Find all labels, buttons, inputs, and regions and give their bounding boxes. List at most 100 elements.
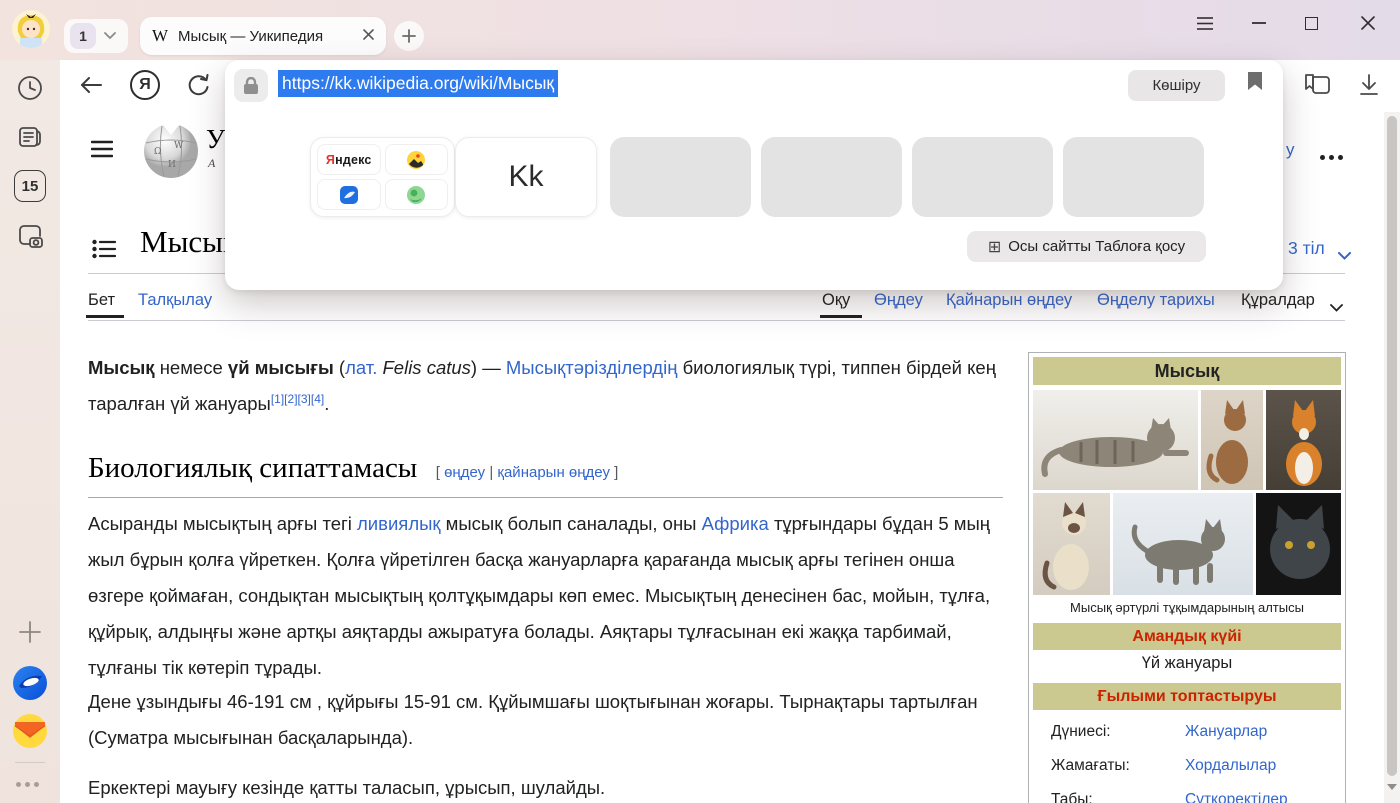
section-edit-link[interactable]: өңдеу xyxy=(444,464,485,481)
history-icon[interactable] xyxy=(14,72,46,104)
tab-count-badge: 1 xyxy=(70,23,96,49)
wiki-menu-button[interactable] xyxy=(88,136,116,162)
tab-close-icon[interactable] xyxy=(363,27,374,45)
wiki-wordmark-fragment: У xyxy=(206,124,225,155)
infobox-caption: Мысық әртүрлі тұқымдарының алтысы xyxy=(1033,600,1341,615)
classification-header: Ғылыми топтастыруы xyxy=(1033,683,1341,710)
svg-text:W: W xyxy=(174,141,184,151)
browser-window: ΩWИ У А у Мысық 3 тіл Бет Талқылау Оқу Ө… xyxy=(0,0,1400,803)
yandex-browser-logo[interactable] xyxy=(13,666,47,700)
species-name: Felis catus xyxy=(377,357,471,378)
omnibox-dropdown: https://kk.wikipedia.org/wiki/Мысық Көші… xyxy=(225,60,1283,290)
tab-talk[interactable]: Талқылау xyxy=(138,291,212,310)
yandex-mail-icon[interactable] xyxy=(13,714,47,748)
scrollbar-thumb[interactable] xyxy=(1387,116,1397,776)
phylum-link[interactable]: Хордалылар xyxy=(1185,757,1276,775)
body-paragraph-1: Асыранды мысықтың арғы тегі ливиялық мыс… xyxy=(88,506,1005,686)
maximize-button[interactable] xyxy=(1294,8,1328,38)
felidae-link[interactable]: Мысықтәрізділердің xyxy=(506,357,678,378)
wikipedia-logo[interactable]: Ω WИ xyxy=(142,121,200,180)
window-menu-button[interactable] xyxy=(1188,8,1222,38)
screenshot-icon[interactable] xyxy=(14,220,46,252)
minimize-button[interactable] xyxy=(1242,8,1276,38)
browser-tab[interactable]: W Мысық — Уикипедия xyxy=(140,17,386,55)
wiki-more-menu-button[interactable] xyxy=(1318,147,1345,165)
cat-photo-abyssinian xyxy=(1201,390,1263,490)
tab-edit-source[interactable]: Қайнарын өңдеу xyxy=(946,291,1072,310)
cat-photo-tabby-snow xyxy=(1113,493,1253,595)
profile-avatar[interactable] xyxy=(12,10,50,48)
close-window-button[interactable] xyxy=(1350,8,1386,38)
tab-read[interactable]: Оқу xyxy=(822,291,850,310)
africa-link[interactable]: Африка xyxy=(702,513,769,534)
active-tab-underline xyxy=(86,315,124,318)
libyan-cat-link[interactable]: ливиялық xyxy=(357,513,441,534)
empty-tablo-tile[interactable] xyxy=(761,137,902,217)
empty-tablo-tile[interactable] xyxy=(610,137,751,217)
kingdom-link[interactable]: Жануарлар xyxy=(1185,723,1267,741)
svg-text:И: И xyxy=(168,160,176,170)
site-security-badge[interactable] xyxy=(234,69,268,102)
bookmark-icon[interactable] xyxy=(1247,71,1263,96)
section-heading-row: Биологиялық сипаттамасы [ өңдеу | қайнар… xyxy=(88,452,1005,485)
section-edit-source-link[interactable]: қайнарын өңдеу xyxy=(497,464,610,481)
page-title: Мысық xyxy=(140,224,238,260)
yandex-images-tile[interactable] xyxy=(385,144,449,175)
downloads-button[interactable] xyxy=(1352,70,1386,100)
url-input-selected[interactable]: https://kk.wikipedia.org/wiki/Мысық xyxy=(278,70,558,97)
tabs-divider xyxy=(88,320,1345,321)
back-button[interactable] xyxy=(76,70,106,100)
empty-tablo-tile[interactable] xyxy=(1063,137,1204,217)
reference-links[interactable]: [1][2][3][4] xyxy=(271,392,324,406)
cat-photo-siamese xyxy=(1033,493,1110,595)
plus-square-icon: ⊞ xyxy=(988,237,1001,257)
class-link[interactable]: Сүткоректілер xyxy=(1185,791,1288,803)
calendar-badge-icon[interactable]: 15 xyxy=(14,170,46,202)
yandex-services-tile[interactable]: Яндекс xyxy=(310,137,455,217)
sidebar-more-button[interactable] xyxy=(14,774,41,792)
new-tab-button[interactable] xyxy=(394,21,424,51)
tab-edit[interactable]: Өңдеу xyxy=(874,291,923,310)
infobox-title: Мысық xyxy=(1033,357,1341,385)
cat-photo-dark-gray xyxy=(1256,493,1341,595)
copy-url-button[interactable]: Көшіру xyxy=(1128,70,1225,101)
feed-pages-icon[interactable] xyxy=(14,120,46,152)
latin-link[interactable]: лат. xyxy=(345,357,377,378)
body-paragraph-3: Еркектері мауығу кезінде қатты таласып, … xyxy=(88,770,1005,803)
yandex-disk-tile[interactable] xyxy=(317,179,381,210)
chevron-down-icon xyxy=(104,27,116,45)
taxonomy-row: Жамағаты: Хордалылар xyxy=(1033,751,1341,785)
yandex-start-tile[interactable] xyxy=(385,179,449,210)
wiki-header-link-fragment[interactable]: у xyxy=(1286,140,1295,160)
language-switcher[interactable]: 3 тіл xyxy=(1288,238,1325,259)
scrollbar-down-arrow[interactable] xyxy=(1387,783,1397,791)
tab-tools[interactable]: Құралдар xyxy=(1241,291,1315,310)
section-divider xyxy=(88,497,1003,498)
add-to-tablo-button[interactable]: ⊞ Осы сайтты Таблоға қосу xyxy=(967,231,1206,262)
lead-bold-alt: үй мысығы xyxy=(228,357,334,378)
lead-bold-title: Мысық xyxy=(88,357,155,378)
taxonomy-row: Дүниесі: Жануарлар xyxy=(1033,717,1341,751)
tab-page[interactable]: Бет xyxy=(88,291,115,310)
body-paragraph-2: Дене ұзындығы 46-191 см , құйрығы 15-91 … xyxy=(88,684,1005,756)
lead-paragraph: Мысық немесе үй мысығы (лат. Felis catus… xyxy=(88,350,1005,422)
tab-counter[interactable]: 1 xyxy=(64,19,128,53)
chevron-down-icon xyxy=(1338,247,1351,265)
reload-button[interactable] xyxy=(184,70,214,100)
taxobox: Мысық Мысық әртүрлі тұқымдарының алтысы … xyxy=(1028,352,1346,803)
cat-photo-orange-white xyxy=(1266,390,1341,490)
kk-wikipedia-tile[interactable]: Kk xyxy=(455,137,597,217)
wikipedia-favicon: W xyxy=(152,26,168,46)
tab-history[interactable]: Өңделу тарихы xyxy=(1097,291,1215,310)
yandex-search-tile[interactable]: Яндекс xyxy=(317,144,381,175)
active-view-underline xyxy=(820,315,862,318)
sidebar-divider xyxy=(15,762,45,763)
collections-button[interactable] xyxy=(1300,70,1334,100)
contents-list-icon[interactable] xyxy=(90,236,118,262)
status-header: Амандық күйі xyxy=(1033,623,1341,650)
yandex-home-button[interactable]: Я xyxy=(130,70,160,100)
svg-text:Ω: Ω xyxy=(154,147,161,157)
tab-title: Мысық — Уикипедия xyxy=(178,28,323,45)
empty-tablo-tile[interactable] xyxy=(912,137,1053,217)
add-panel-button[interactable] xyxy=(16,618,44,646)
